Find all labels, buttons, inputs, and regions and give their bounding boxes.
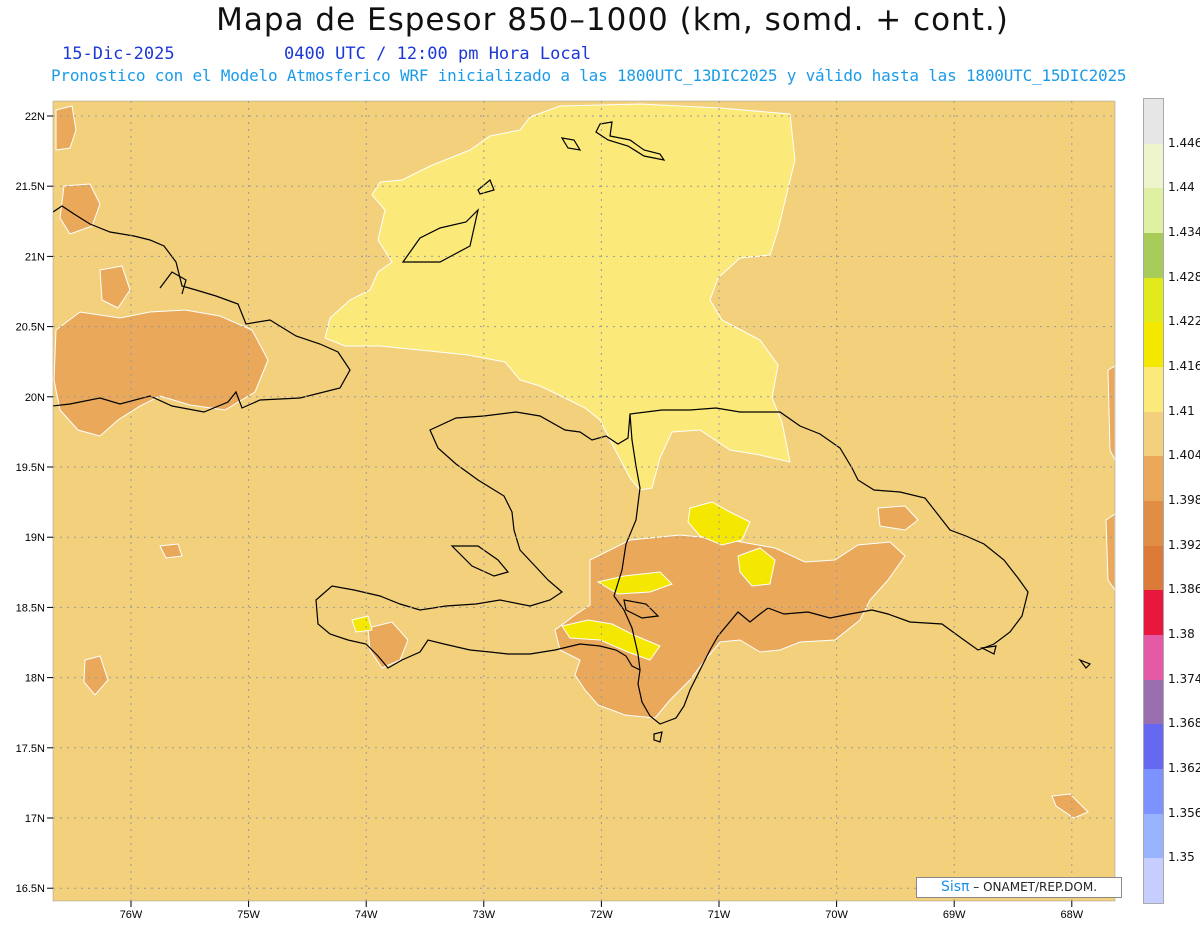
colorbar-label: 1.392 [1168,537,1200,552]
colorbar-segment [1144,367,1163,412]
colorbar-label: 1.416 [1168,359,1200,373]
colorbar-segment [1144,858,1163,904]
lon-label: 74W [355,909,378,921]
lat-label: 20N [25,392,45,404]
credit-brand: Sisπ [940,879,970,895]
colorbar [1143,98,1164,904]
model-info: Pronostico con el Modelo Atmosferico WRF… [51,66,1127,85]
colorbar-segment [1144,724,1163,770]
thickness-map: 22N 21.5N 21N 20.5N 20N 19.5N 19N 18.5N 18N 17.5N… [16,100,1116,921]
colorbar-segment [1144,501,1163,546]
lon-label: 71W [708,909,731,921]
colorbar-label: 1.428 [1168,269,1200,284]
forecast-date: 15-Dic-2025 [62,44,175,64]
colorbar-segment [1144,99,1163,144]
lon-label: 69W [943,909,966,921]
colorbar-segment [1144,545,1163,591]
lat-label: 18.5N [16,602,45,614]
lat-label: 19N [25,532,45,544]
colorbar-label: 1.446 [1168,135,1200,150]
colorbar-segment [1144,411,1163,457]
lat-label: 17N [25,813,45,825]
lat-label: 20.5N [16,322,45,334]
colorbar-label: 1.434 [1168,225,1200,239]
lat-label: 16.5N [16,883,45,895]
colorbar-segment [1144,143,1163,189]
colorbar-label: 1.404 [1168,448,1200,463]
lat-label: 17.5N [16,743,45,755]
colorbar-label: 1.374 [1168,671,1200,686]
colorbar-label: 1.386 [1168,582,1200,597]
colorbar-label: 1.44 [1168,180,1195,195]
colorbar-segment [1144,635,1163,680]
colorbar-segment [1144,769,1163,814]
map-field [53,101,1115,901]
lat-label: 22N [25,111,45,123]
lon-label: 76W [120,909,143,921]
lat-label: 21.5N [16,181,45,193]
lon-label: 75W [237,909,260,921]
colorbar-label: 1.38 [1168,627,1195,641]
colorbar-label: 1.398 [1168,493,1200,507]
colorbar-segment [1144,590,1163,636]
map-title: Mapa de Espesor 850–1000 (km, somd. + co… [216,2,1009,38]
colorbar-label: 1.41 [1168,403,1195,418]
colorbar-segment [1144,277,1163,323]
credit-box: Sisπ – ONAMET/REP.DOM. [916,877,1122,898]
colorbar-label: 1.356 [1168,805,1200,820]
lon-label: 68W [1060,909,1083,921]
credit-text: – ONAMET/REP.DOM. [973,880,1098,894]
colorbar-label: 1.368 [1168,716,1200,731]
colorbar-segment [1144,188,1163,234]
lat-label: 18N [25,673,45,685]
forecast-time: 0400 UTC / 12:00 pm Hora Local [284,44,592,64]
colorbar-segment [1144,322,1163,368]
colorbar-label: 1.35 [1168,850,1195,865]
lat-label: 21N [25,251,45,263]
lon-label: 70W [825,909,848,921]
colorbar-segment [1144,456,1163,502]
colorbar-label: 1.362 [1168,761,1200,775]
lat-label: 19.5N [16,462,45,474]
colorbar-segment [1144,679,1163,725]
colorbar-segment [1144,813,1163,859]
lon-label: 73W [472,909,495,921]
colorbar-label: 1.422 [1168,314,1200,329]
lon-label: 72W [590,909,613,921]
colorbar-segment [1144,233,1163,278]
